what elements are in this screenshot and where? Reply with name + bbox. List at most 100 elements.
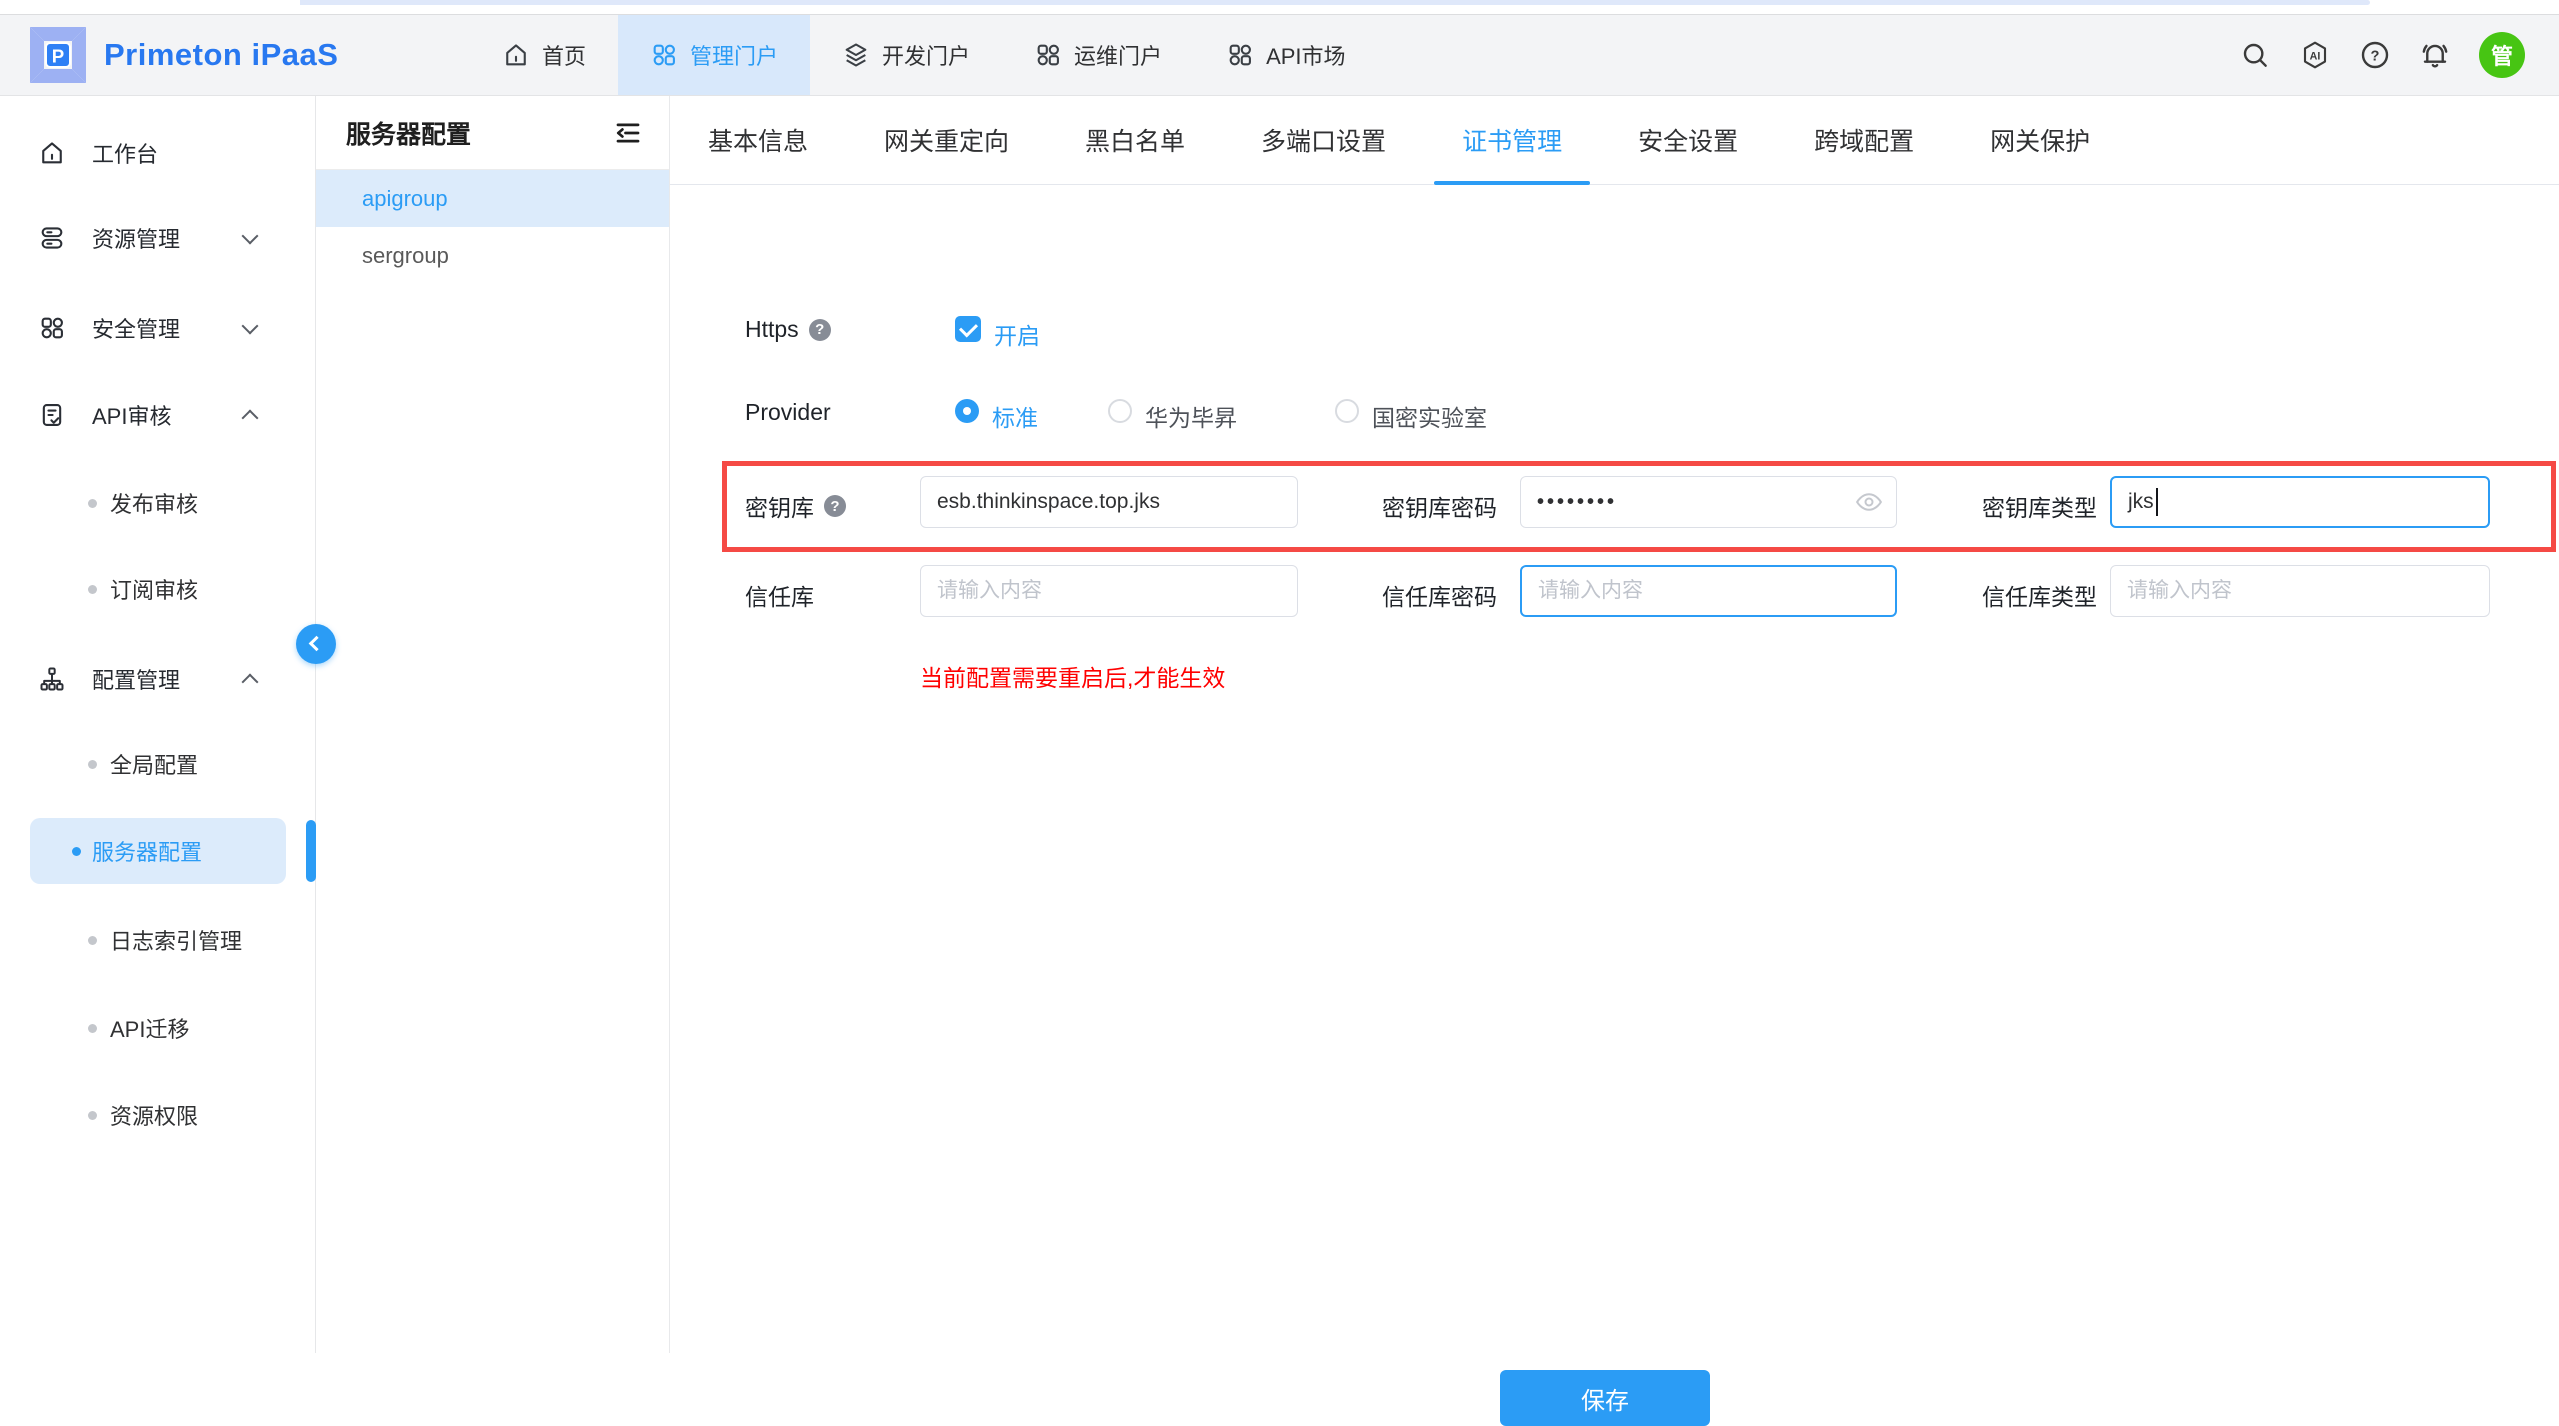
sidebar-item-log-index-mgmt[interactable]: 日志索引管理	[0, 918, 315, 962]
svg-text:P: P	[52, 45, 64, 66]
help-icon[interactable]: ?	[2359, 39, 2391, 71]
sidebar-item-resource-permission[interactable]: 资源权限	[0, 1093, 315, 1137]
certificate-form: Https ? 开启 Provider 标准 华为毕昇 国密实验室 密钥库 ? …	[670, 185, 2559, 1353]
chevron-down-icon	[242, 318, 259, 335]
provider-radio-huawei[interactable]	[1108, 399, 1132, 423]
grid-icon	[38, 314, 66, 342]
main-content: 基本信息 网关重定向 黑白名单 多端口设置 证书管理 安全设置 跨域配置 网关保…	[670, 96, 2559, 1353]
sidebar-item-security-mgmt[interactable]: 安全管理	[0, 306, 315, 350]
nav-item-api-market[interactable]: API市场	[1194, 15, 1377, 95]
keystore-password-input[interactable]	[1520, 476, 1897, 528]
provider-radio-guomi[interactable]	[1335, 399, 1359, 423]
keystore-type-input[interactable]: jks	[2110, 476, 2490, 528]
grid-icon	[650, 41, 678, 69]
ai-assistant-icon[interactable]: AI	[2299, 39, 2331, 71]
chevron-left-icon	[309, 636, 325, 652]
brand-name: Primeton iPaaS	[104, 37, 338, 73]
provider-radio-standard[interactable]	[955, 399, 979, 423]
chevron-down-icon	[242, 228, 259, 245]
menu-fold-icon[interactable]	[613, 118, 643, 148]
panel-header: 服务器配置	[316, 96, 669, 170]
help-badge-icon[interactable]: ?	[824, 495, 846, 517]
sidebar-item-publish-audit[interactable]: 发布审核	[0, 481, 315, 525]
bullet-icon	[72, 847, 81, 856]
truststore-label: 信任库	[745, 578, 814, 612]
sidebar-collapse-button[interactable]	[296, 624, 336, 664]
truststore-type-label: 信任库类型	[1982, 578, 2097, 612]
keystore-label-text: 密钥库	[745, 489, 814, 523]
sidebar-item-subscribe-audit[interactable]: 订阅审核	[0, 567, 315, 611]
bullet-icon	[88, 585, 97, 594]
https-checkbox[interactable]	[955, 316, 981, 342]
primary-sidebar: 工作台 资源管理 安全管理	[0, 96, 316, 1353]
audit-doc-icon	[38, 401, 66, 429]
brand-logo-icon: P	[26, 23, 90, 87]
https-label: Https ?	[745, 316, 831, 343]
sidebar-item-config-mgmt[interactable]: 配置管理	[0, 657, 315, 701]
bullet-icon	[88, 1111, 97, 1120]
https-checkbox-label[interactable]: 开启	[994, 317, 1040, 351]
grid-icon	[1226, 41, 1254, 69]
top-strip	[0, 0, 2559, 14]
user-avatar[interactable]: 管	[2479, 32, 2525, 78]
sidebar-item-global-config[interactable]: 全局配置	[0, 742, 315, 786]
bullet-icon	[88, 1024, 97, 1033]
sidebar-item-label: 全局配置	[110, 748, 198, 780]
eye-icon[interactable]	[1854, 487, 1884, 517]
bullet-icon	[88, 499, 97, 508]
help-badge-icon[interactable]: ?	[809, 319, 831, 341]
nav-item-home[interactable]: 首页	[470, 15, 618, 95]
nav-item-label: 管理门户	[690, 39, 778, 71]
keystore-type-value: jks	[2128, 490, 2154, 514]
search-icon[interactable]	[2239, 39, 2271, 71]
provider-radio-label[interactable]: 标准	[992, 399, 1038, 433]
sidebar-item-server-config[interactable]: 服务器配置	[30, 818, 286, 884]
keystore-input[interactable]	[920, 476, 1298, 528]
notification-icon[interactable]	[2419, 39, 2451, 71]
tab-gateway-protection[interactable]: 网关保护	[1962, 96, 2118, 184]
tab-black-white-list[interactable]: 黑白名单	[1057, 96, 1213, 184]
sidebar-item-label: 日志索引管理	[110, 924, 242, 956]
tab-bar: 基本信息 网关重定向 黑白名单 多端口设置 证书管理 安全设置 跨域配置 网关保…	[670, 96, 2559, 185]
tab-security-settings[interactable]: 安全设置	[1610, 96, 1766, 184]
nav-item-label: 运维门户	[1074, 39, 1162, 71]
nav-item-admin-portal[interactable]: 管理门户	[618, 15, 810, 95]
provider-radio-label[interactable]: 国密实验室	[1372, 399, 1487, 433]
truststore-type-input[interactable]	[2110, 565, 2490, 617]
chevron-up-icon	[242, 674, 259, 691]
grid-icon	[1034, 41, 1062, 69]
sidebar-item-api-migration[interactable]: API迁移	[0, 1006, 315, 1050]
nav-item-label: 开发门户	[882, 39, 970, 71]
nav-item-ops-portal[interactable]: 运维门户	[1002, 15, 1194, 95]
svg-text:AI: AI	[2310, 50, 2321, 62]
top-accent-line	[300, 0, 2370, 5]
nav-item-dev-portal[interactable]: 开发门户	[810, 15, 1002, 95]
tab-certificate-mgmt[interactable]: 证书管理	[1434, 96, 1590, 184]
sidebar-item-label: 安全管理	[92, 312, 180, 344]
tab-multi-port[interactable]: 多端口设置	[1233, 96, 1414, 184]
keystore-label: 密钥库 ?	[745, 489, 846, 523]
brand[interactable]: P Primeton iPaaS	[0, 15, 470, 95]
home-icon	[502, 41, 530, 69]
tab-basic-info[interactable]: 基本信息	[680, 96, 836, 184]
nav-item-label: 首页	[542, 39, 586, 71]
panel-title: 服务器配置	[346, 115, 471, 151]
tab-gateway-redirect[interactable]: 网关重定向	[856, 96, 1037, 184]
truststore-password-input[interactable]	[1520, 565, 1897, 617]
sidebar-item-workbench[interactable]: 工作台	[0, 131, 315, 175]
chevron-up-icon	[242, 410, 259, 427]
bullet-icon	[88, 936, 97, 945]
sidebar-item-api-audit[interactable]: API审核	[0, 393, 315, 437]
group-item-apigroup[interactable]: apigroup	[316, 170, 669, 227]
nav-item-label: API市场	[1266, 39, 1345, 71]
tab-cors-config[interactable]: 跨域配置	[1786, 96, 1942, 184]
truststore-input[interactable]	[920, 565, 1298, 617]
sidebar-item-resource-mgmt[interactable]: 资源管理	[0, 216, 315, 260]
save-button[interactable]: 保存	[1500, 1370, 1710, 1426]
provider-radio-label[interactable]: 华为毕昇	[1145, 399, 1237, 433]
secondary-sidebar: 服务器配置 apigroup sergroup	[316, 96, 670, 1353]
group-item-sergroup[interactable]: sergroup	[316, 227, 669, 284]
sidebar-item-label: 服务器配置	[92, 835, 202, 867]
sidebar-item-label: API迁移	[110, 1012, 189, 1044]
https-label-text: Https	[745, 316, 799, 343]
